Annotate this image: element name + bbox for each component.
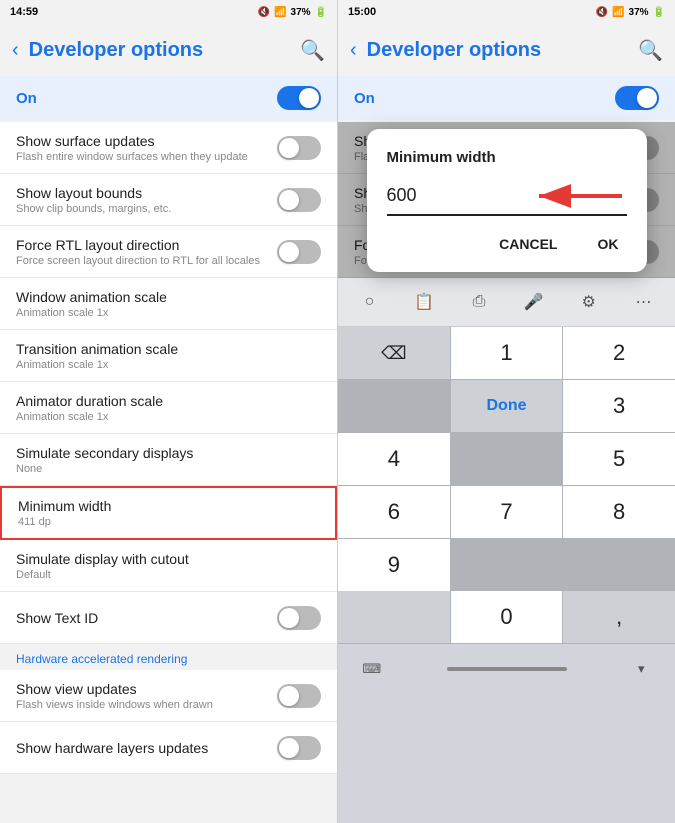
left-on-bar: On [0, 76, 337, 120]
left-on-toggle-knob [299, 88, 319, 108]
keyboard-nav-keyboard[interactable]: ⌨ [338, 648, 405, 690]
keyboard-tool-copy[interactable]: ⎙ [463, 286, 495, 318]
right-dialog-overlay: Minimum width 600 [338, 122, 675, 278]
left-on-toggle[interactable] [277, 86, 321, 110]
left-back-button[interactable]: ‹ [12, 39, 19, 62]
keyboard-tool-settings[interactable]: ⚙ [573, 286, 605, 318]
right-back-button[interactable]: ‹ [350, 39, 357, 62]
left-page-title: Developer options [29, 39, 290, 62]
keyboard-tool-clipboard[interactable]: 📋 [408, 286, 440, 318]
left-setting-window-animation[interactable]: Window animation scale Animation scale 1… [0, 278, 337, 330]
key-3[interactable]: 3 [563, 380, 675, 432]
key-5[interactable]: 5 [563, 433, 675, 485]
left-setting-simulate-secondary[interactable]: Simulate secondary displays None [0, 434, 337, 486]
right-dialog-ok-button[interactable]: OK [590, 232, 627, 256]
right-on-bar: On [338, 76, 675, 120]
keyboard-number-keys: 1 2 3 ⌫ 4 5 6 Done 7 8 9 [338, 327, 675, 591]
right-on-toggle-knob [637, 88, 657, 108]
right-dialog-value: 600 [387, 185, 517, 206]
left-setting-minimum-width[interactable]: Minimum width 411 dp [0, 486, 337, 540]
right-dialog-cancel-button[interactable]: Cancel [491, 232, 565, 256]
right-status-bar: 15:00 🔇 📶 37% 🔋 [338, 0, 675, 24]
keyboard-toolbar: ○ 📋 ⎙ 🎤 ⚙ ⋯ [338, 278, 675, 327]
right-page-title: Developer options [367, 39, 628, 62]
key-1[interactable]: 1 [451, 327, 563, 379]
left-section-label: Hardware accelerated rendering [0, 644, 337, 670]
key-7[interactable]: 7 [451, 486, 563, 538]
keyboard-bottom-row: 0 , [338, 591, 675, 643]
left-setting-hardware-layers[interactable]: Show hardware layers updates [0, 722, 337, 774]
left-status-time: 14:59 [10, 6, 38, 18]
left-on-label: On [16, 90, 37, 107]
keyboard-nav-divider [405, 648, 607, 690]
left-setting-show-layout-bounds[interactable]: Show layout bounds Show clip bounds, mar… [0, 174, 337, 226]
key-2[interactable]: 2 [563, 327, 675, 379]
left-toggle-layout-bounds[interactable] [277, 188, 321, 212]
keyboard-nav-bar: ⌨ ▾ [338, 643, 675, 694]
right-header: ‹ Developer options 🔍 [338, 24, 675, 76]
keyboard-nav-down[interactable]: ▾ [608, 648, 675, 690]
right-dialog-title: Minimum width [387, 149, 627, 166]
key-9[interactable]: 9 [338, 539, 450, 591]
key-8[interactable]: 8 [563, 486, 675, 538]
key-0[interactable]: 0 [451, 591, 563, 643]
left-toggle-surface-updates[interactable] [277, 136, 321, 160]
red-arrow-icon [527, 182, 627, 210]
right-dialog-box: Minimum width 600 [367, 129, 647, 272]
left-toggle-text-id[interactable] [277, 606, 321, 630]
key-dot[interactable]: , [563, 591, 675, 643]
right-status-time: 15:00 [348, 6, 376, 18]
left-search-icon[interactable]: 🔍 [300, 38, 325, 63]
keyboard-tool-more[interactable]: ⋯ [628, 286, 660, 318]
keyboard-tool-circle[interactable]: ○ [353, 286, 385, 318]
left-setting-show-text-id[interactable]: Show Text ID [0, 592, 337, 644]
left-header: ‹ Developer options 🔍 [0, 24, 337, 76]
keyboard-tool-mic[interactable]: 🎤 [518, 286, 550, 318]
right-dialog-underline [387, 214, 627, 216]
right-dialog-area: Show surface updates Flash entire window… [338, 122, 675, 278]
key-6[interactable]: 6 [338, 486, 450, 538]
key-4[interactable]: 4 [338, 433, 450, 485]
right-on-label: On [354, 90, 375, 107]
right-dialog-arrow [527, 182, 627, 210]
left-setting-animator-duration[interactable]: Animator duration scale Animation scale … [0, 382, 337, 434]
right-on-toggle[interactable] [615, 86, 659, 110]
left-setting-show-surface-updates[interactable]: Show surface updates Flash entire window… [0, 122, 337, 174]
left-settings-list: Show surface updates Flash entire window… [0, 122, 337, 823]
right-dialog-buttons: Cancel OK [387, 232, 627, 256]
left-toggle-hardware-layers[interactable] [277, 736, 321, 760]
left-toggle-view-updates[interactable] [277, 684, 321, 708]
left-setting-simulate-cutout[interactable]: Simulate display with cutout Default [0, 540, 337, 592]
key-backspace[interactable]: ⌫ [338, 327, 450, 379]
left-status-bar: 14:59 🔇 📶 37% 🔋 [0, 0, 337, 24]
left-setting-show-view-updates[interactable]: Show view updates Flash views inside win… [0, 670, 337, 722]
key-done[interactable]: Done [451, 380, 563, 432]
left-setting-transition-animation[interactable]: Transition animation scale Animation sca… [0, 330, 337, 382]
key-special-left[interactable] [338, 591, 450, 643]
right-keyboard: ○ 📋 ⎙ 🎤 ⚙ ⋯ 1 2 3 ⌫ 4 5 6 Done 7 8 9 0 , [338, 278, 675, 823]
left-toggle-force-rtl[interactable] [277, 240, 321, 264]
left-phone-panel: 14:59 🔇 📶 37% 🔋 ‹ Developer options 🔍 On… [0, 0, 337, 823]
left-setting-force-rtl[interactable]: Force RTL layout direction Force screen … [0, 226, 337, 278]
left-status-icons: 🔇 📶 37% 🔋 [258, 7, 327, 18]
right-phone-panel: 15:00 🔇 📶 37% 🔋 ‹ Developer options 🔍 On… [337, 0, 675, 823]
right-status-icons: 🔇 📶 37% 🔋 [596, 7, 665, 18]
right-dialog-input-row: 600 [387, 182, 627, 210]
right-search-icon[interactable]: 🔍 [638, 38, 663, 63]
